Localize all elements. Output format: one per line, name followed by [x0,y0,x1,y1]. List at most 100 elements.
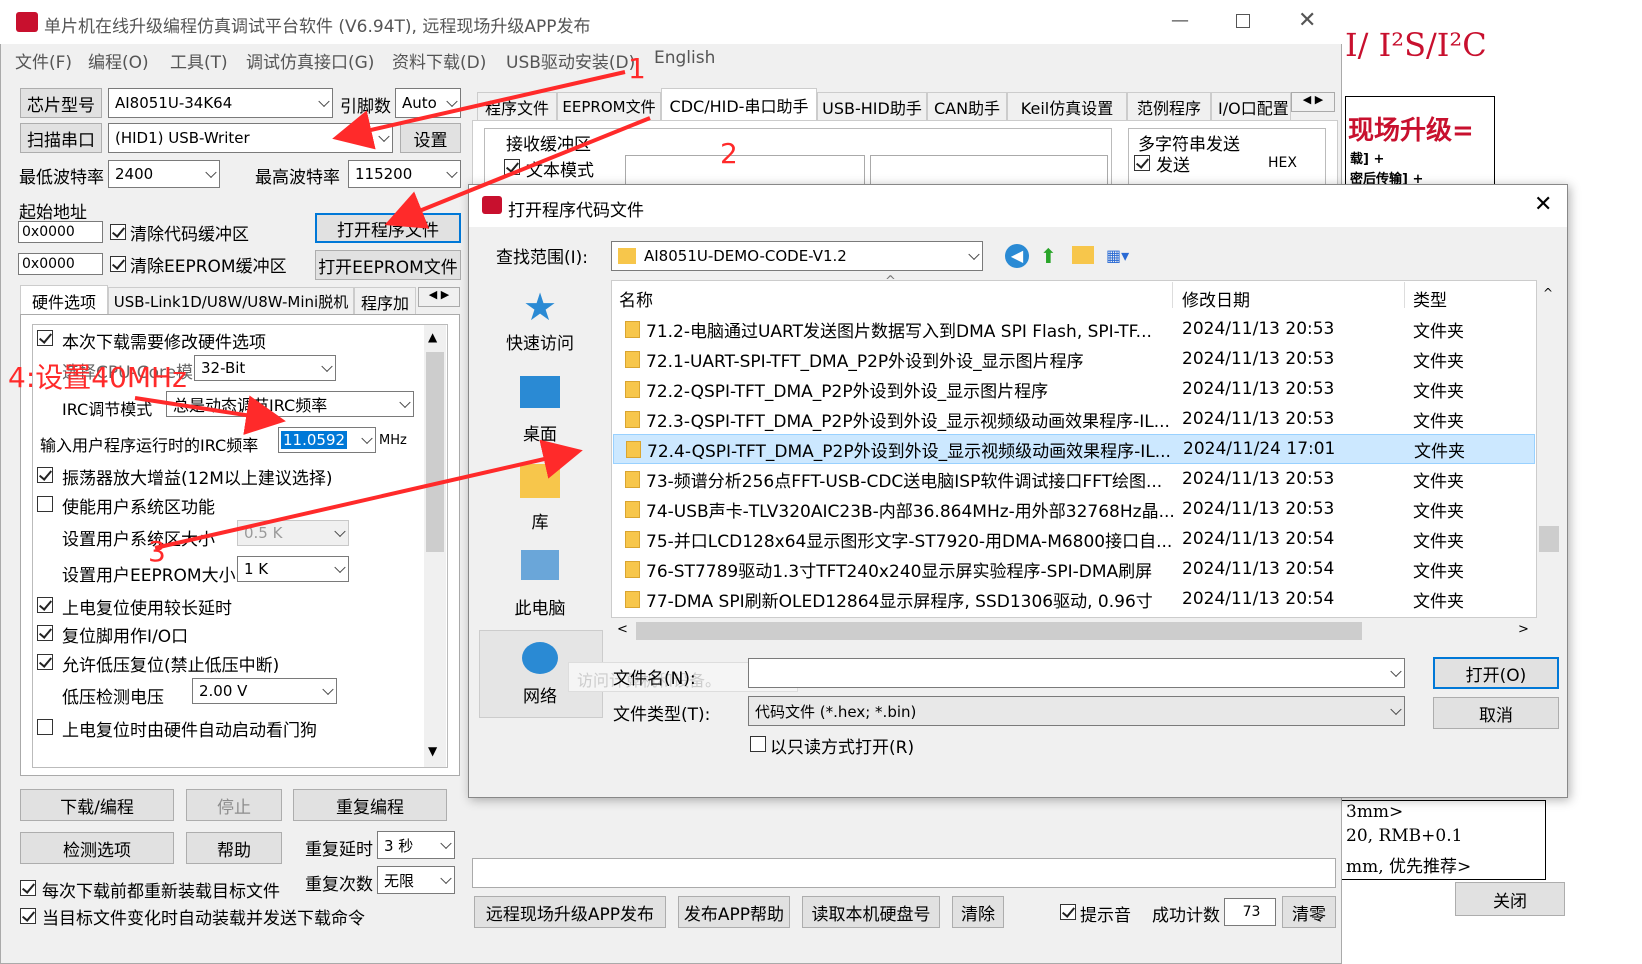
tab-eeprom-file[interactable]: EEPROM文件 [557,92,661,120]
low-volt-reset-checkbox[interactable] [37,654,53,670]
bg-close-button[interactable]: 关闭 [1455,882,1565,916]
user-sys-checkbox[interactable] [37,496,53,512]
tab-program-file[interactable]: 程序文件 [477,92,557,120]
hscroll-thumb[interactable] [636,622,1362,640]
settings-button[interactable]: 设置 [400,123,461,153]
auto-reload-checkbox[interactable] [20,908,36,924]
hscroll-right[interactable]: > [1518,622,1529,637]
osc-gain-checkbox[interactable] [37,467,53,483]
hscroll-left[interactable]: < [617,622,628,637]
clear-eeprom-checkbox[interactable] [110,256,126,272]
filename-input[interactable] [748,658,1405,688]
col-date[interactable]: 修改日期 [1182,286,1250,311]
file-row[interactable]: 75-并口LCD128x64显示图形文字-ST7920-用DMA-M6800接口… [613,524,1535,554]
hw-scroll-up[interactable]: ▲ [428,330,437,344]
eeprom-address-input[interactable]: 0x0000 [18,253,103,275]
open-eeprom-file-button[interactable]: 打开EEPROM文件 [315,250,461,280]
recv-text-area-2[interactable] [870,155,1108,187]
code-address-input[interactable]: 0x0000 [18,221,103,243]
send-checkbox[interactable] [1134,155,1150,171]
menu-english[interactable]: English [654,48,715,68]
open-program-file-button[interactable]: 打开程序文件 [315,213,461,243]
menu-usb-driver[interactable]: USB驱动安装(D) [506,48,635,73]
modify-options-checkbox[interactable] [37,330,53,346]
col-type[interactable]: 类型 [1413,286,1447,311]
vscroll-up[interactable]: ^ [1543,286,1553,300]
irc-freq-select[interactable]: 11.0592 [278,427,376,453]
menu-program[interactable]: 编程(O) [88,48,149,73]
hw-scroll-thumb[interactable] [426,352,444,552]
reload-each-checkbox[interactable] [20,880,36,896]
hw-scroll-down[interactable]: ▼ [428,744,437,758]
clear-button[interactable]: 清除 [952,896,1004,928]
dialog-open-button[interactable]: 打开(O) [1433,657,1559,689]
repeat-count-select[interactable]: 无限 [377,866,455,894]
beep-checkbox[interactable] [1060,904,1076,920]
min-baud-select[interactable]: 2400 [108,160,220,188]
file-row[interactable]: 72.1-UART-SPI-TFT_DMA_P2P外设到外设_显示图片程序 202… [613,344,1535,374]
file-row[interactable]: 71.2-电脑通过UART发送图片数据写入到DMA SPI Flash, SPI… [613,314,1535,344]
maximize-button[interactable] [1236,14,1250,28]
publish-app-help-button[interactable]: 发布APP帮助 [678,896,790,928]
quick-access-item[interactable]: ★ 快速访问 [490,285,590,354]
view-menu-icon[interactable]: ▦▾ [1106,246,1129,265]
user-sys-size-select[interactable]: 0.5 K [237,520,349,546]
dialog-cancel-button[interactable]: 取消 [1433,697,1559,729]
vscroll[interactable] [1537,280,1563,618]
tab-usb-hid[interactable]: USB-HID助手 [817,92,927,120]
tab-can[interactable]: CAN助手 [927,92,1007,120]
port-select[interactable]: (HID1) USB-Writer [108,123,393,153]
check-options-button[interactable]: 检测选项 [20,832,174,864]
back-icon[interactable]: ◀ [1005,244,1029,268]
vscroll-thumb[interactable] [1539,526,1559,552]
reset-io-checkbox[interactable] [37,625,53,641]
read-disk-id-button[interactable]: 读取本机硬盘号 [802,896,940,928]
tab-io-config[interactable]: I/O口配置 [1211,92,1291,120]
tab-program-encrypt[interactable]: 程序加 [354,287,416,315]
new-folder-icon[interactable] [1072,246,1094,264]
tab-hardware-options[interactable]: 硬件选项 [20,285,108,315]
menu-download[interactable]: 资料下载(D) [392,48,486,73]
file-row[interactable]: 77-DMA SPI刷新OLED12864显示屏程序, SSD1306驱动, 0… [613,584,1535,614]
chip-model-select[interactable]: AI8051U-34K64 [108,88,333,118]
left-tabs-scroll[interactable]: ◀ ▶ [418,287,460,307]
tab-keil[interactable]: Keil仿真设置 [1007,92,1127,120]
file-row[interactable]: 72.4-QSPI-TFT_DMA_P2P外设到外设_显示视频级动画效果程序-I… [613,434,1535,464]
max-baud-select[interactable]: 115200 [348,160,461,188]
file-row[interactable]: 73-频谱分析256点FFT-USB-CDC送电脑ISP软件调试接口FFT绘图.… [613,464,1535,494]
user-eeprom-select[interactable]: 1 K [237,556,349,582]
scan-port-button[interactable]: 扫描串口 [20,123,102,153]
tab-usb-link[interactable]: USB-Link1D/U8W/U8W-Mini脱机 [108,287,354,315]
file-row[interactable]: 72.3-QSPI-TFT_DMA_P2P外设到外设_显示视频级动画效果程序-I… [613,404,1535,434]
clear-code-checkbox[interactable] [110,224,126,240]
filetype-select[interactable]: 代码文件 (*.hex; *.bin) [748,696,1405,726]
file-row[interactable]: 74-USB声卡-TLV320AIC23B-内部36.864MHz-用外部327… [613,494,1535,524]
repeat-delay-select[interactable]: 3 秒 [377,831,455,859]
recv-text-area[interactable] [625,155,865,187]
pin-count-select[interactable]: Auto [395,88,461,118]
desktop-item[interactable]: 桌面 [490,376,590,445]
text-mode-checkbox[interactable] [504,159,520,175]
help-button[interactable]: 帮助 [186,832,282,864]
stop-button[interactable]: 停止 [186,789,282,821]
menu-debug[interactable]: 调试仿真接口(G) [246,48,374,73]
irc-mode-select[interactable]: 总是动态调节IRC频率 [166,391,414,417]
remote-upgrade-button[interactable]: 远程现场升级APP发布 [474,896,666,928]
readonly-checkbox[interactable] [750,736,766,752]
lookin-select[interactable]: AI8051U-DEMO-CODE-V1.2 [611,241,983,271]
up-folder-icon[interactable]: ⬆ [1040,244,1057,268]
download-program-button[interactable]: 下载/编程 [20,789,174,821]
long-delay-checkbox[interactable] [37,597,53,613]
watchdog-checkbox[interactable] [37,719,53,735]
cpu-mode-select[interactable]: 32-Bit [194,355,336,381]
menu-tools[interactable]: 工具(T) [170,48,228,73]
tab-examples[interactable]: 范例程序 [1127,92,1211,120]
chip-model-button[interactable]: 芯片型号 [20,88,102,118]
close-window-button[interactable]: ✕ [1298,8,1316,33]
menu-file[interactable]: 文件(F) [15,48,72,73]
repeat-program-button[interactable]: 重复编程 [293,789,447,821]
clear-count-button[interactable]: 清零 [1282,896,1336,928]
right-tabs-scroll[interactable]: ◀ ▶ [1291,92,1335,112]
library-item[interactable]: 库 [490,464,590,533]
this-pc-item[interactable]: 此电脑 [490,550,590,619]
